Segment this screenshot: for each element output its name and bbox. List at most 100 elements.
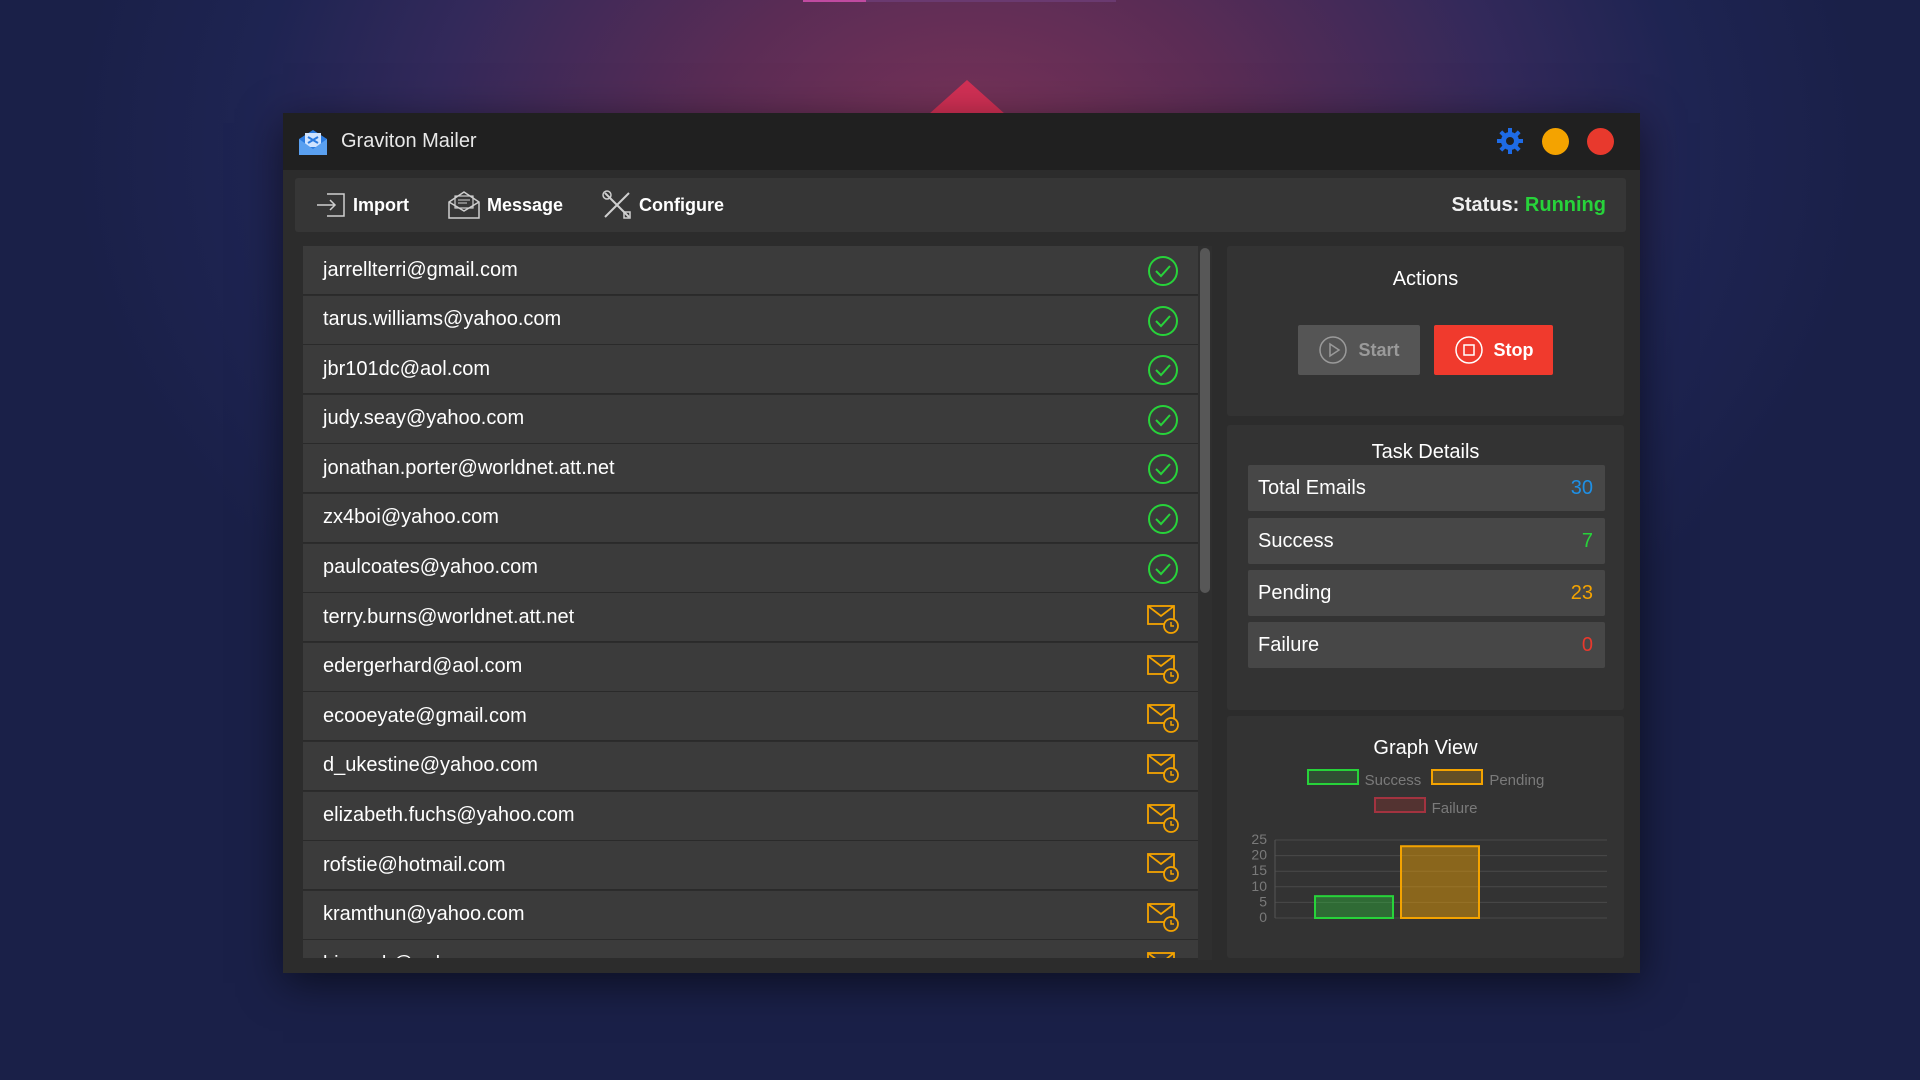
task-row-total: Total Emails 30 <box>1248 465 1605 511</box>
mail-clock-icon <box>1146 651 1180 685</box>
email-list-item[interactable]: bjanach@aol.com <box>303 940 1198 958</box>
graph-panel: Graph View Success Pending Failure 0 5 10 1… <box>1227 716 1624 958</box>
check-circle-icon <box>1146 304 1180 338</box>
mailer-logo-icon <box>297 126 329 158</box>
task-label-success: Success <box>1258 529 1334 552</box>
message-label: Message <box>487 194 564 215</box>
bar-chart: 0510152025 <box>1251 831 1607 925</box>
email-list-item[interactable]: paulcoates@yahoo.com <box>303 543 1198 593</box>
task-details-panel: Task Details Total Emails 30 Success 7 P… <box>1227 425 1624 710</box>
email-list-item[interactable]: ecooeyate@gmail.com <box>303 692 1198 742</box>
bar-success <box>1314 895 1394 920</box>
actions-title: Actions <box>1392 268 1459 290</box>
mail-clock-icon <box>1146 800 1180 834</box>
mail-clock-icon <box>1146 750 1180 784</box>
configure-label: Configure <box>639 194 725 215</box>
y-tick-label: 25 <box>1251 831 1267 847</box>
check-circle-icon <box>1146 502 1180 536</box>
mail-clock-icon <box>1146 700 1180 734</box>
email-address: edergerhard@aol.com <box>323 655 523 678</box>
check-circle-icon <box>1146 452 1180 486</box>
stop-label: Stop <box>1493 339 1534 360</box>
email-list-item[interactable]: jarrellterri@gmail.com <box>303 246 1198 295</box>
email-address: jarrellterri@gmail.com <box>323 258 518 281</box>
check-circle-icon <box>1146 353 1180 387</box>
check-circle-icon <box>1146 403 1180 437</box>
y-tick-label: 0 <box>1259 909 1267 925</box>
email-address: terry.burns@worldnet.att.net <box>323 605 575 628</box>
y-tick-label: 10 <box>1251 878 1267 894</box>
email-list-item[interactable]: judy.seay@yahoo.com <box>303 394 1198 444</box>
task-row-pending: Pending 23 <box>1248 570 1605 616</box>
email-list[interactable]: jarrellterri@gmail.com tarus.williams@yah… <box>303 246 1198 958</box>
toolbar: Import Message Configure Status: Running <box>295 178 1626 232</box>
import-icon <box>317 193 345 217</box>
task-value-total: 30 <box>1570 476 1593 499</box>
stop-button[interactable]: Stop <box>1434 325 1553 375</box>
email-address: bjanach@aol.com <box>323 953 483 958</box>
actions-panel: Actions Start Stop <box>1227 246 1624 416</box>
task-row-failure: Failure 0 <box>1248 622 1605 668</box>
email-list-item[interactable]: elizabeth.fuchs@yahoo.com <box>303 791 1198 841</box>
task-row-success: Success 7 <box>1248 518 1605 564</box>
email-address: judy.seay@yahoo.com <box>323 407 525 430</box>
play-icon <box>1319 336 1348 364</box>
mail-clock-icon <box>1146 899 1180 933</box>
settings-gear-icon[interactable] <box>1496 127 1524 155</box>
check-circle-icon <box>1146 552 1180 586</box>
tools-icon <box>602 190 631 219</box>
email-address: ecooeyate@gmail.com <box>323 704 527 727</box>
background-triangle <box>929 80 1005 114</box>
mail-clock-icon <box>1146 601 1180 635</box>
start-button[interactable]: Start <box>1298 325 1420 375</box>
title-bar: Graviton Mailer <box>283 113 1640 170</box>
task-label-total: Total Emails <box>1258 476 1366 499</box>
app-window: Graviton Mailer Import Message Configure… <box>283 113 1640 973</box>
email-list-item[interactable]: jonathan.porter@worldnet.att.net <box>303 444 1198 494</box>
email-list-item[interactable]: edergerhard@aol.com <box>303 642 1198 692</box>
import-label: Import <box>353 194 409 215</box>
email-address: jonathan.porter@worldnet.att.net <box>323 456 615 479</box>
email-address: rofstie@hotmail.com <box>323 853 506 876</box>
email-list-item[interactable]: tarus.williams@yahoo.com <box>303 295 1198 345</box>
email-list-scrollbar[interactable] <box>1198 246 1212 960</box>
email-list-item[interactable]: jbr101dc@aol.com <box>303 345 1198 395</box>
email-list-item[interactable]: terry.burns@worldnet.att.net <box>303 593 1198 643</box>
close-button[interactable] <box>1587 127 1614 155</box>
mail-clock-icon <box>1146 948 1180 958</box>
email-address: paulcoates@yahoo.com <box>323 556 538 579</box>
stop-icon <box>1454 336 1483 364</box>
email-list-item[interactable]: rofstie@hotmail.com <box>303 841 1198 891</box>
email-address: elizabeth.fuchs@yahoo.com <box>323 804 575 827</box>
email-list-item[interactable]: d_ukestine@yahoo.com <box>303 741 1198 791</box>
y-tick-label: 20 <box>1251 847 1267 863</box>
task-value-failure: 0 <box>1581 633 1593 656</box>
import-button[interactable]: Import <box>315 191 409 219</box>
y-tick-label: 15 <box>1251 862 1267 878</box>
email-address: d_ukestine@yahoo.com <box>323 754 538 777</box>
task-details-title: Task Details <box>1371 441 1480 463</box>
status-label: Status: <box>1451 194 1520 216</box>
task-label-pending: Pending <box>1258 581 1332 604</box>
status-indicator: Status: Running <box>1452 194 1606 217</box>
check-circle-icon <box>1146 254 1180 288</box>
envelope-icon <box>448 191 480 219</box>
email-list-item[interactable]: zx4boi@yahoo.com <box>303 493 1198 543</box>
task-value-success: 7 <box>1581 529 1593 552</box>
email-address: kramthun@yahoo.com <box>323 903 525 926</box>
minimize-button[interactable] <box>1542 127 1569 155</box>
task-label-failure: Failure <box>1258 633 1320 656</box>
scrollbar-thumb[interactable] <box>1200 248 1210 593</box>
task-value-pending: 23 <box>1570 581 1593 604</box>
email-list-item[interactable]: kramthun@yahoo.com <box>303 890 1198 940</box>
start-label: Start <box>1358 339 1400 360</box>
y-tick-label: 5 <box>1259 893 1267 909</box>
email-address: zx4boi@yahoo.com <box>323 506 499 529</box>
email-address: jbr101dc@aol.com <box>323 357 491 380</box>
app-title: Graviton Mailer <box>341 130 477 152</box>
configure-button[interactable]: Configure <box>601 189 724 221</box>
background-bar-accent <box>803 0 866 2</box>
message-button[interactable]: Message <box>447 190 563 220</box>
bar-pending <box>1400 845 1480 920</box>
status-value: Running <box>1524 194 1606 216</box>
